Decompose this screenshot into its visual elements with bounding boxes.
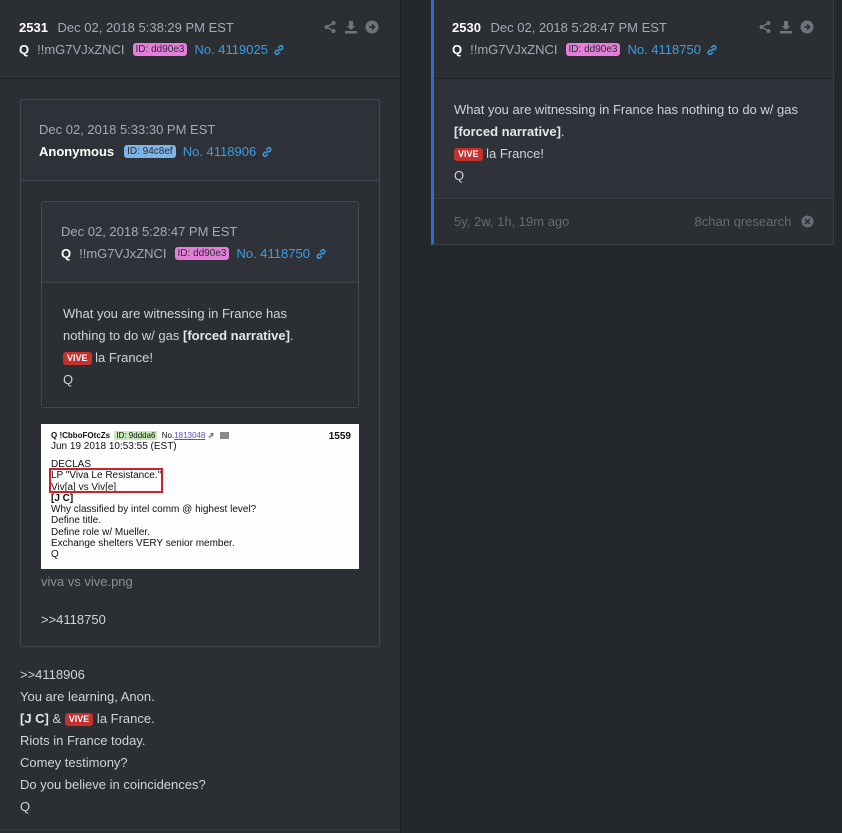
- external-link-icon: ⇗: [207, 431, 215, 440]
- img-author: Q !CbboFOtcZs: [51, 431, 111, 440]
- footer-divider: [434, 198, 833, 199]
- post-actions: [323, 20, 379, 34]
- arrow-circle-right-icon[interactable]: [365, 20, 379, 34]
- highlight-box: [49, 468, 163, 493]
- quoted-author: Anonymous: [39, 144, 115, 159]
- share-icon[interactable]: [323, 20, 337, 34]
- reply-ref[interactable]: >>4118906: [20, 664, 380, 686]
- img-line: Why classified by intel comm @ highest l…: [51, 504, 257, 516]
- right-column: 2530 Dec 02, 2018 5:28:47 PM EST Q !!mG7…: [401, 0, 842, 833]
- id-badge: ID: dd90e3: [132, 43, 188, 56]
- body-line: What you are witnessing in France has: [63, 306, 287, 321]
- text: la France.: [93, 711, 155, 726]
- post-no-link[interactable]: No. 4118906: [183, 144, 257, 159]
- post-image[interactable]: Q !CbboFOtcZs ID: 9ddda6 No.1813048 ⇗ 15…: [41, 424, 359, 569]
- post-age: 5y, 2w, 1h, 19m ago: [454, 214, 570, 229]
- img-id: ID: 9ddda6: [114, 431, 158, 440]
- img-line: Define role w/ Mueller.: [51, 526, 150, 538]
- nested-author: Q: [61, 246, 72, 261]
- link-icon[interactable]: [273, 44, 285, 56]
- link-icon[interactable]: [706, 44, 718, 56]
- post-number: 2530: [452, 20, 481, 35]
- post-tripcode: !!mG7VJxZNCI: [470, 42, 558, 57]
- post-footer: 5y, 2w, 1h, 19m ago 8chan qresearch: [454, 214, 814, 229]
- left-column: 2531 Dec 02, 2018 5:38:29 PM EST Q !!mG7…: [0, 0, 401, 833]
- folder-icon: [219, 432, 229, 439]
- post-actions: [758, 20, 814, 34]
- body-line: Comey testimony?: [20, 755, 128, 770]
- text: .: [560, 124, 565, 139]
- share-icon[interactable]: [758, 20, 772, 34]
- post-date: Dec 02, 2018 5:38:29 PM EST: [57, 20, 234, 35]
- nested-tripcode: !!mG7VJxZNCI: [79, 246, 167, 261]
- post-card: 2530 Dec 02, 2018 5:28:47 PM EST Q !!mG7…: [431, 0, 834, 245]
- body-line: VIVE la France!: [63, 347, 348, 369]
- img-link: 1813048: [174, 431, 206, 440]
- vive-badge: VIVE: [63, 352, 92, 365]
- nested-body: What you are witnessing in France has no…: [63, 303, 348, 391]
- body-line: nothing to do w/ gas [forced narrative].: [63, 325, 348, 347]
- bold-text: [forced narrative]: [454, 124, 561, 139]
- post-date: Dec 02, 2018 5:28:47 PM EST: [490, 20, 667, 35]
- body-line: You are learning, Anon.: [20, 689, 155, 704]
- post-author: Q: [19, 42, 30, 57]
- body-line: Riots in France today.: [20, 733, 146, 748]
- post-no-link[interactable]: No. 4119025: [194, 42, 268, 57]
- bold-text: [forced narrative]: [182, 328, 290, 343]
- img-line: Exchange shelters VERY senior member.: [51, 538, 235, 550]
- img-no: No.: [161, 431, 175, 440]
- post-no-link[interactable]: No. 4118750: [236, 246, 310, 261]
- post-header: 2530 Dec 02, 2018 5:28:47 PM EST Q !!mG7…: [452, 20, 814, 57]
- img-line: Q: [51, 549, 59, 561]
- text: la France!: [91, 350, 153, 365]
- vive-badge: VIVE: [454, 148, 483, 161]
- post-author: Q: [452, 42, 463, 57]
- post-number: 2531: [19, 20, 48, 35]
- text: la France!: [482, 146, 544, 161]
- close-circle-icon[interactable]: [801, 215, 814, 228]
- body-line: Q: [20, 799, 31, 814]
- link-icon[interactable]: [315, 248, 327, 260]
- body-line: VIVE la France!: [454, 143, 824, 165]
- nested-post: Dec 02, 2018 5:28:47 PM EST Q !!mG7VJxZN…: [41, 201, 359, 408]
- link-icon[interactable]: [261, 146, 273, 158]
- text: nothing to do w/ gas: [63, 328, 183, 343]
- body-line: [J C] & VIVE la France.: [20, 708, 380, 730]
- quoted-post: Dec 02, 2018 5:33:30 PM EST Anonymous ID…: [20, 99, 380, 647]
- quoted-date: Dec 02, 2018 5:33:30 PM EST: [39, 122, 216, 137]
- nested-date: Dec 02, 2018 5:28:47 PM EST: [61, 224, 238, 239]
- img-date: Jun 19 2018 10:53:55 (EST): [51, 441, 177, 452]
- vive-badge: VIVE: [64, 713, 94, 726]
- img-number: 1559: [328, 431, 351, 442]
- id-badge: ID: 94c8ef: [124, 145, 176, 158]
- image-filename[interactable]: viva vs vive.png: [41, 574, 133, 589]
- reply-ref[interactable]: >>4118750: [41, 609, 106, 631]
- post-source[interactable]: 8chan qresearch: [695, 214, 792, 229]
- post-body: What you are witnessing in France has no…: [454, 99, 824, 187]
- body-line: Q: [63, 372, 74, 387]
- img-line: Define title.: [51, 515, 102, 527]
- download-icon[interactable]: [779, 20, 793, 34]
- bold-text: [J C]: [20, 711, 49, 726]
- id-badge: ID: dd90e3: [174, 247, 230, 260]
- img-line: [J C]: [51, 492, 74, 504]
- body-line: What you are witnessing in France has no…: [454, 102, 798, 117]
- body-line: Do you believe in coincidences?: [20, 777, 206, 792]
- body-line: [forced narrative].: [454, 121, 824, 143]
- text: &: [48, 711, 65, 726]
- arrow-circle-right-icon[interactable]: [800, 20, 814, 34]
- download-icon[interactable]: [344, 20, 358, 34]
- post-no-link[interactable]: No. 4118750: [627, 42, 701, 57]
- id-badge: ID: dd90e3: [565, 43, 621, 56]
- post-header: 2531 Dec 02, 2018 5:38:29 PM EST Q !!mG7…: [19, 20, 379, 57]
- bottom-divider: [0, 829, 400, 830]
- text: .: [289, 328, 294, 343]
- post-body: >>4118906 You are learning, Anon. [J C] …: [20, 664, 380, 818]
- body-line: Q: [454, 168, 465, 183]
- post-tripcode: !!mG7VJxZNCI: [37, 42, 125, 57]
